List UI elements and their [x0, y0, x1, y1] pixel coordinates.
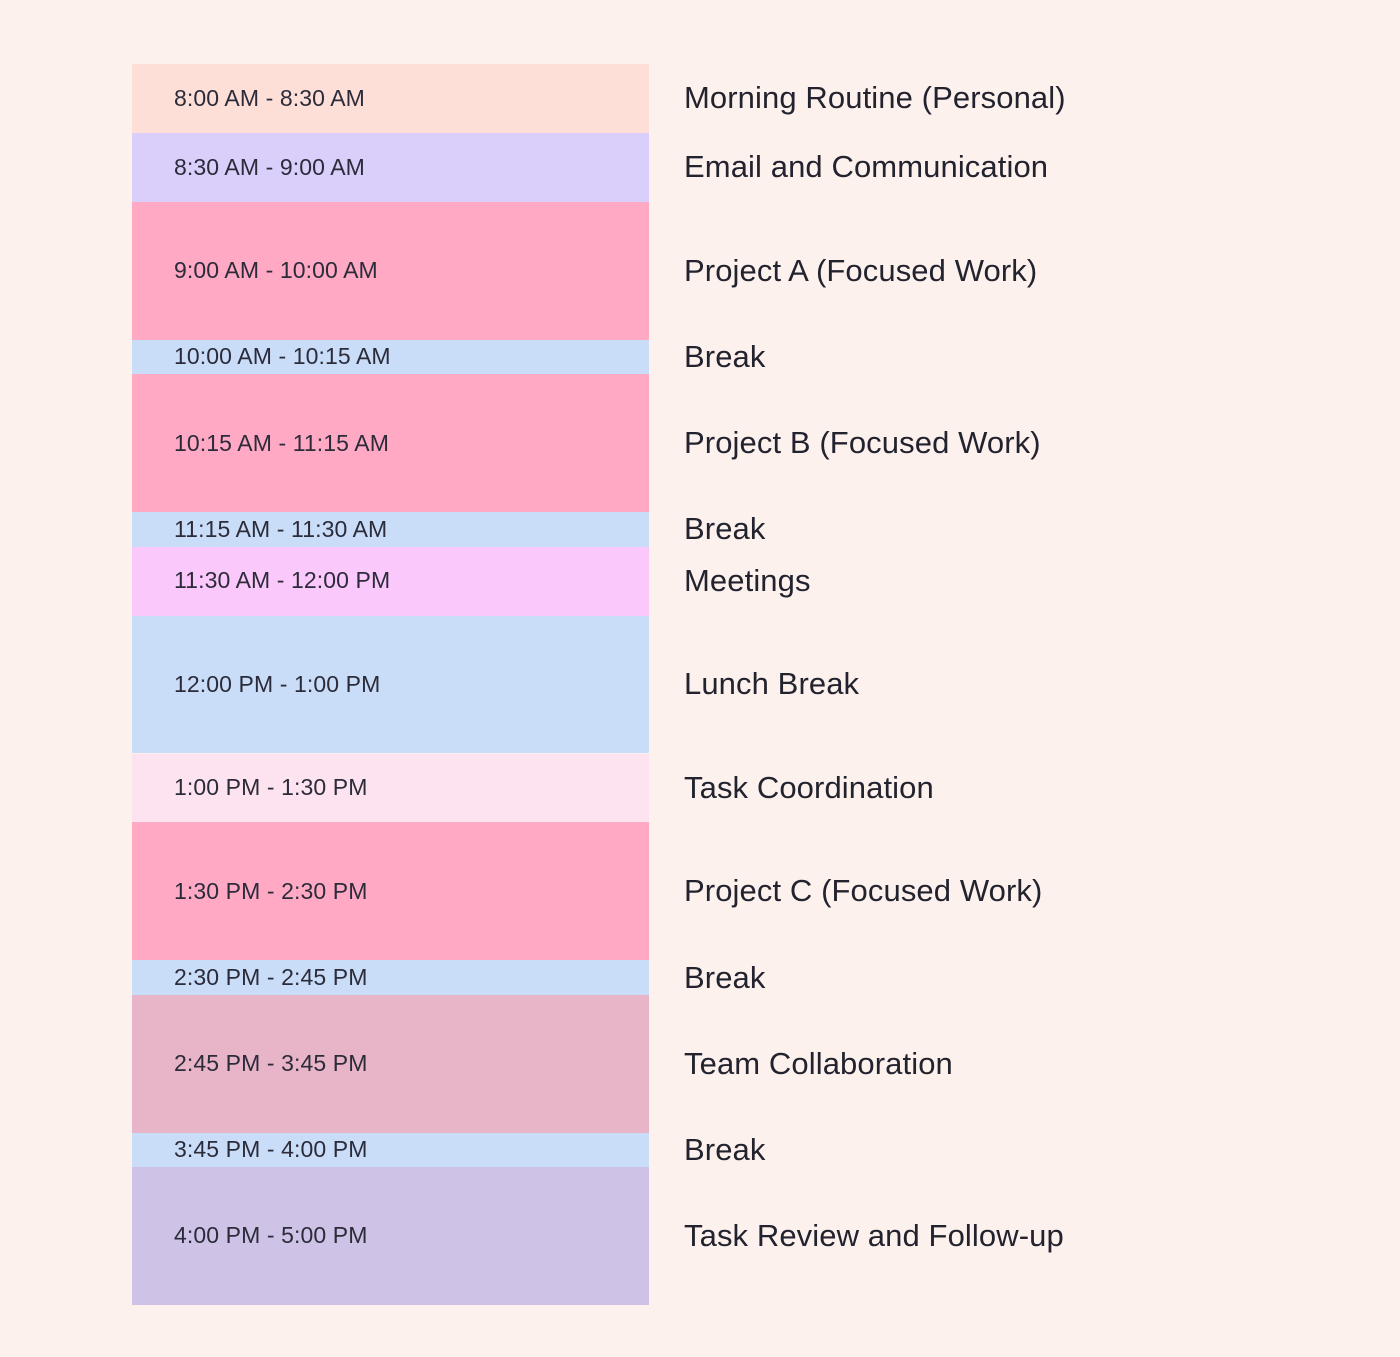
schedule-block[interactable]: 2:30 PM - 2:45 PM	[132, 960, 649, 995]
slot-activity-text: Project B (Focused Work)	[684, 425, 1041, 461]
slot-activity-text: Morning Routine (Personal)	[684, 80, 1066, 116]
slot-activity-text: Team Collaboration	[684, 1045, 953, 1081]
slot-time-label: 11:30 AM - 12:00 PM	[174, 567, 391, 594]
schedule-block[interactable]: 9:00 AM - 10:00 AM	[132, 201, 649, 340]
slot-activity-label: Email and Communication	[684, 133, 1048, 202]
slot-time-label: 12:00 PM - 1:00 PM	[174, 670, 381, 697]
slot-time-label: 4:00 PM - 5:00 PM	[174, 1222, 368, 1249]
slot-time-label: 2:45 PM - 3:45 PM	[174, 1050, 368, 1077]
slot-time-label: 8:00 AM - 8:30 AM	[174, 84, 365, 111]
slot-activity-label: Project A (Focused Work)	[684, 202, 1037, 340]
schedule-block[interactable]: 8:00 AM - 8:30 AM	[132, 64, 649, 133]
slot-activity-text: Break	[684, 511, 766, 547]
slot-time-label: 3:45 PM - 4:00 PM	[174, 1136, 368, 1163]
slot-activity-label: Break	[684, 512, 765, 546]
schedule-timeline: 8:00 AM - 8:30 AM 8:30 AM - 9:00 AM 9:00 A…	[132, 64, 649, 1306]
slot-activity-text: Task Review and Follow-up	[684, 1218, 1064, 1254]
schedule-block[interactable]: 10:15 AM - 11:15 AM	[132, 374, 649, 513]
schedule-block[interactable]: 11:30 AM - 12:00 PM	[132, 546, 649, 616]
slot-time-label: 8:30 AM - 9:00 AM	[174, 153, 365, 180]
slot-activity-text: Break	[684, 338, 766, 374]
slot-time-label: 2:30 PM - 2:45 PM	[174, 963, 368, 990]
slot-time-label: 10:15 AM - 11:15 AM	[174, 429, 389, 456]
slot-time-label: 1:00 PM - 1:30 PM	[174, 774, 368, 801]
schedule-block[interactable]: 4:00 PM - 5:00 PM	[132, 1167, 649, 1306]
schedule-block[interactable]: 12:00 PM - 1:00 PM	[132, 615, 649, 754]
slot-time-label: 1:30 PM - 2:30 PM	[174, 877, 368, 904]
slot-time-label: 10:00 AM - 10:15 AM	[174, 343, 391, 370]
slot-activity-label: Break	[684, 960, 765, 994]
slot-activity-label: Meetings	[684, 547, 811, 616]
schedule-block[interactable]: 1:00 PM - 1:30 PM	[132, 753, 649, 823]
slot-activity-label: Task Review and Follow-up	[684, 1167, 1064, 1305]
slot-activity-text: Project C (Focused Work)	[684, 873, 1043, 909]
slot-activity-label: Break	[684, 338, 766, 374]
slot-activity-label: Team Collaboration	[684, 995, 953, 1133]
slot-activity-text: Break	[684, 959, 766, 995]
slot-activity-label: Lunch Break	[684, 616, 859, 754]
slot-time-label: 11:15 AM - 11:30 AM	[174, 515, 388, 542]
schedule-block[interactable]: 11:15 AM - 11:30 AM	[132, 512, 649, 547]
slot-activity-text: Task Coordination	[684, 769, 934, 805]
slot-activity-text: Break	[684, 1131, 766, 1167]
slot-time-label: 9:00 AM - 10:00 AM	[174, 257, 378, 284]
slot-activity-label: Project C (Focused Work)	[684, 822, 1042, 960]
slot-activity-text: Project A (Focused Work)	[684, 252, 1038, 288]
slot-activity-text: Email and Communication	[684, 149, 1049, 185]
slot-activity-label: Project B (Focused Work)	[684, 374, 1041, 512]
slot-activity-label: Task Coordination	[684, 754, 934, 823]
schedule-block[interactable]: 10:00 AM - 10:15 AM	[132, 339, 649, 375]
schedule-canvas: 8:00 AM - 8:30 AM 8:30 AM - 9:00 AM 9:00 A…	[0, 0, 1400, 1357]
schedule-block[interactable]: 2:45 PM - 3:45 PM	[132, 994, 649, 1133]
slot-activity-text: Meetings	[684, 563, 811, 599]
slot-activity-label: Morning Routine (Personal)	[684, 64, 1066, 133]
slot-activity-text: Lunch Break	[684, 666, 860, 702]
slot-activity-label: Break	[684, 1131, 766, 1167]
schedule-block[interactable]: 3:45 PM - 4:00 PM	[132, 1132, 649, 1168]
schedule-block[interactable]: 1:30 PM - 2:30 PM	[132, 822, 649, 961]
schedule-block[interactable]: 8:30 AM - 9:00 AM	[132, 132, 649, 202]
